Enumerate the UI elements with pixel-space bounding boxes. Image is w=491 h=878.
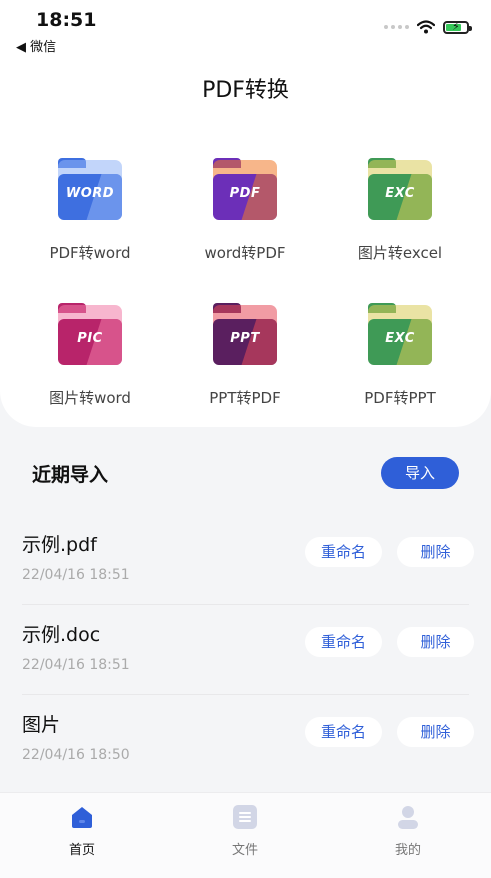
tool-pdf-to-ppt[interactable]: EXC PDF转PPT: [320, 303, 480, 408]
status-indicators: ⚡: [384, 20, 472, 34]
status-bar: 18:51 ◀ 微信 ⚡: [0, 0, 491, 56]
tab-bar: 首页 文件 我的: [0, 792, 491, 878]
import-button[interactable]: 导入: [381, 457, 459, 489]
recent-imports-title: 近期导入: [32, 464, 109, 486]
excel-folder-icon: EXC: [368, 158, 432, 220]
file-time: 22/04/16 18:51: [22, 567, 130, 583]
tab-label: 首页: [68, 843, 95, 858]
file-icon: [231, 803, 259, 831]
rename-button[interactable]: 重命名: [305, 627, 382, 657]
tool-label: 图片转word: [49, 389, 131, 407]
delete-button[interactable]: 删除: [397, 717, 474, 747]
delete-button[interactable]: 删除: [397, 537, 474, 567]
tool-word-to-pdf[interactable]: PDF word转PDF: [165, 158, 325, 263]
list-item[interactable]: 示例.pdf 22/04/16 18:51 重命名 删除: [0, 515, 491, 605]
tool-image-to-word[interactable]: PIC 图片转word: [10, 303, 170, 408]
tab-label: 文件: [231, 843, 258, 858]
tool-label: word转PDF: [204, 244, 286, 262]
tab-home[interactable]: 首页: [22, 803, 142, 858]
file-name: 图片: [22, 714, 61, 736]
tool-label: PDF转word: [49, 244, 131, 262]
home-icon: [68, 803, 96, 831]
signal-icon: [384, 25, 409, 29]
tab-profile[interactable]: 我的: [348, 803, 468, 858]
ppt-folder-icon: PPT: [213, 303, 277, 365]
file-name: 示例.pdf: [22, 534, 97, 556]
pic-folder-icon: PIC: [58, 303, 122, 365]
rename-button[interactable]: 重命名: [305, 537, 382, 567]
file-time: 22/04/16 18:50: [22, 747, 130, 763]
excel-folder-icon: EXC: [368, 303, 432, 365]
list-item[interactable]: 图片 22/04/16 18:50 重命名 删除: [0, 695, 491, 785]
tool-image-to-excel[interactable]: EXC 图片转excel: [320, 158, 480, 263]
tool-pdf-to-word[interactable]: WORD PDF转word: [10, 158, 170, 263]
pdf-folder-icon: PDF: [213, 158, 277, 220]
file-name: 示例.doc: [22, 624, 101, 646]
tool-ppt-to-pdf[interactable]: PPT PPT转PDF: [165, 303, 325, 408]
tab-files[interactable]: 文件: [185, 803, 305, 858]
word-folder-icon: WORD: [58, 158, 122, 220]
status-time: 18:51: [36, 9, 97, 31]
battery-icon: ⚡: [443, 20, 472, 34]
back-to-wechat[interactable]: ◀ 微信: [16, 36, 56, 55]
list-item[interactable]: 示例.doc 22/04/16 18:51 重命名 删除: [0, 605, 491, 695]
page-title: PDF转换: [202, 78, 289, 103]
tab-label: 我的: [394, 843, 421, 858]
delete-button[interactable]: 删除: [397, 627, 474, 657]
profile-icon: [394, 803, 422, 831]
wifi-icon: [417, 20, 435, 34]
file-time: 22/04/16 18:51: [22, 657, 130, 673]
tool-label: PPT转PDF: [209, 389, 281, 407]
tool-label: PDF转PPT: [364, 389, 436, 407]
rename-button[interactable]: 重命名: [305, 717, 382, 747]
tool-label: 图片转excel: [357, 244, 443, 262]
